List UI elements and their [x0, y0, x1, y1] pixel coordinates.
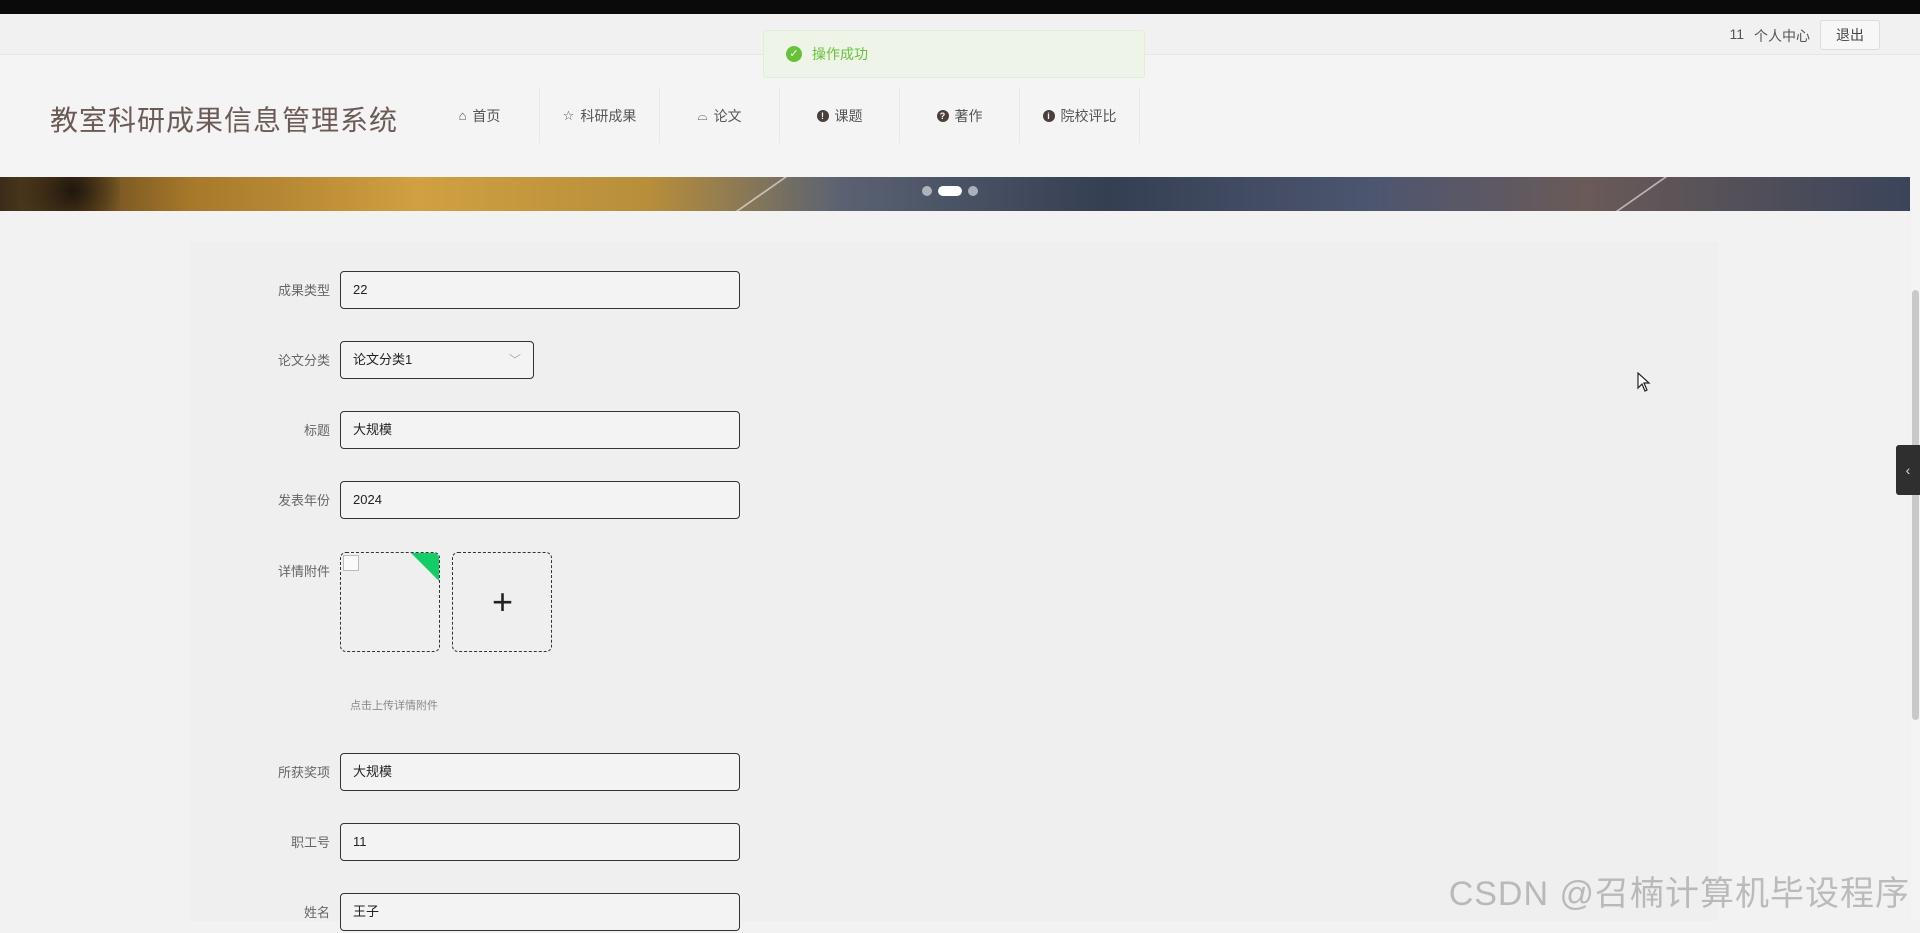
logout-button[interactable]: 退出 — [1820, 20, 1880, 50]
carousel-dot-active[interactable] — [938, 186, 962, 196]
field-label: 详情附件 — [277, 564, 330, 579]
side-toggle-button[interactable]: ‹ — [1896, 445, 1920, 495]
broken-image-icon — [343, 555, 359, 571]
site-logo: 教室科研成果信息管理系统 — [50, 105, 399, 136]
nav-label: 科研成果 — [580, 107, 637, 124]
banner-line — [735, 177, 788, 211]
field-label: 姓名 — [303, 905, 330, 920]
banner-line — [1615, 177, 1668, 211]
achievement-type-input[interactable]: 22 — [340, 271, 740, 309]
nav-label: 论文 — [713, 107, 742, 124]
mouse-cursor-icon — [1637, 372, 1651, 392]
chevron-down-icon: ﹀ — [508, 353, 521, 367]
upload-trigger[interactable]: + — [452, 552, 553, 652]
watermark-text: CSDN @召楠计算机毕设程序 — [1448, 875, 1910, 913]
star-icon: ☆ — [562, 107, 575, 123]
nav-research[interactable]: ☆ 科研成果 — [540, 88, 660, 143]
nav-papers[interactable]: ⌓ 论文 — [660, 88, 780, 143]
carousel-dot[interactable] — [968, 186, 978, 196]
form-row-award: 所获奖项 大规模 — [190, 753, 740, 793]
nav-works[interactable]: ? 著作 — [900, 88, 1020, 143]
toast-message: 操作成功 — [812, 46, 868, 62]
bag-icon: ⌓ — [697, 107, 708, 123]
select-value: 论文分类1 — [353, 352, 413, 367]
form-row-employee-id: 职工号 11 — [190, 823, 740, 863]
form-row-paper-category: 论文分类 论文分类1 ﹀ — [190, 341, 534, 381]
success-toast: ✓ 操作成功 — [763, 30, 1145, 78]
nav-label: 著作 — [954, 107, 983, 124]
banner-shadow — [0, 177, 120, 211]
form-row-publish-year: 发表年份 2024 — [190, 481, 740, 521]
question-icon: ? — [936, 109, 949, 122]
field-label: 标题 — [303, 423, 330, 438]
check-circle-icon: ✓ — [786, 46, 802, 62]
paper-category-select[interactable]: 论文分类1 ﹀ — [340, 341, 534, 379]
nav-home[interactable]: ⌂ 首页 — [420, 88, 540, 143]
top-black-bar — [0, 0, 1920, 14]
field-label: 所获奖项 — [277, 765, 330, 780]
field-label: 论文分类 — [277, 353, 330, 368]
field-label: 职工号 — [290, 835, 330, 850]
field-label: 发表年份 — [277, 493, 330, 508]
main-nav: ⌂ 首页 ☆ 科研成果 ⌓ 论文 ! 课题 ? 著作 i 院校评比 — [420, 88, 1140, 143]
name-input[interactable]: 王子 — [340, 893, 740, 931]
chevron-left-icon: ‹ — [1905, 462, 1911, 478]
form-row-attachment: 详情附件 + — [190, 552, 560, 657]
info-icon: i — [1042, 109, 1055, 122]
employee-id-input[interactable]: 11 — [340, 823, 740, 861]
form-row-achievement-type: 成果类型 22 — [190, 271, 740, 311]
carousel-dot[interactable] — [922, 186, 932, 196]
exclamation-icon: ! — [816, 109, 829, 122]
upload-tip: 点击上传详情附件 — [350, 700, 438, 712]
form-row-title: 标题 大规模 — [190, 411, 740, 451]
field-label: 成果类型 — [277, 283, 330, 298]
form-row-name: 姓名 王子 — [190, 893, 740, 933]
home-icon: ⌂ — [458, 108, 467, 123]
nav-topics[interactable]: ! 课题 — [780, 88, 900, 143]
carousel-indicators — [922, 186, 978, 196]
upload-list: + — [340, 552, 560, 657]
nav-label: 院校评比 — [1060, 107, 1117, 124]
publish-year-input[interactable]: 2024 — [340, 481, 740, 519]
uploaded-file-thumbnail[interactable] — [340, 552, 440, 652]
plus-icon: + — [491, 581, 513, 622]
current-user: 11 — [1729, 26, 1744, 42]
award-input[interactable]: 大规模 — [340, 753, 740, 791]
nav-label: 首页 — [472, 107, 501, 124]
scrollbar-thumb[interactable] — [1912, 290, 1919, 720]
nav-ranking[interactable]: i 院校评比 — [1020, 88, 1140, 143]
title-input[interactable]: 大规模 — [340, 411, 740, 449]
upload-success-corner — [411, 553, 439, 581]
nav-label: 课题 — [834, 107, 863, 124]
personal-center-link[interactable]: 个人中心 — [1754, 26, 1810, 46]
